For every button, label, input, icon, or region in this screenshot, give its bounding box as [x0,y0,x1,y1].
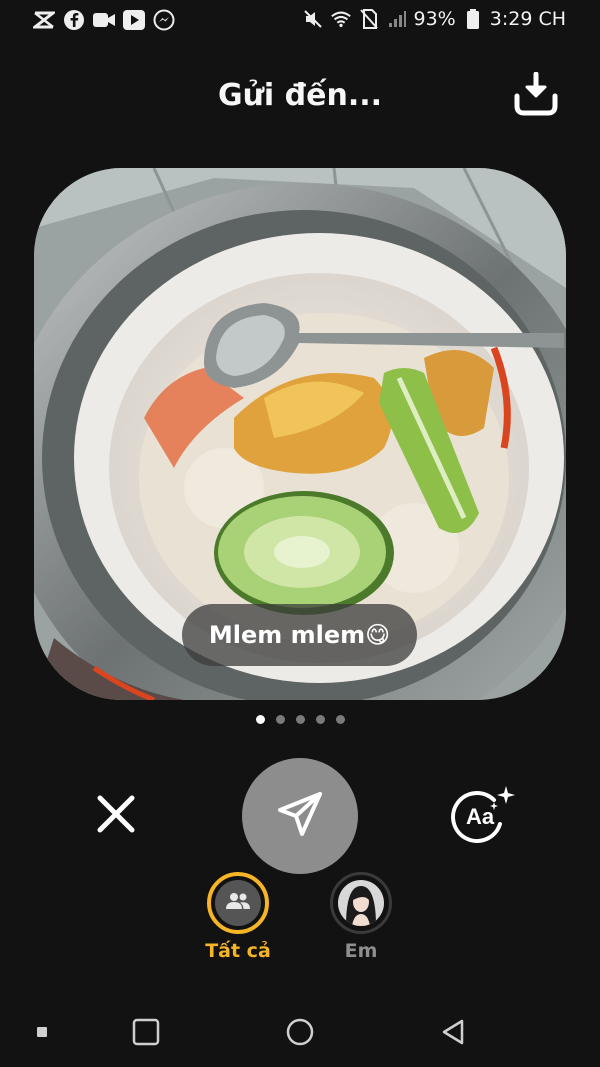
photo-caption[interactable]: Mlem mlem😋 [182,604,417,666]
recipient-all-ring [207,872,269,934]
text-style-button[interactable]: Aa [448,786,518,846]
menu-icon[interactable] [34,1024,50,1040]
text-style-icon: Aa [448,784,518,848]
page-dot-2[interactable] [276,715,285,724]
page-title: Gửi đến... [217,78,383,113]
group-icon [225,891,251,915]
page-dot-5[interactable] [336,715,345,724]
send-icon [276,790,324,842]
notification-icons [32,8,176,32]
signal-icon [386,8,408,30]
capcut-icon [32,8,56,32]
no-sim-icon [358,8,380,30]
status-bar: 93% 3:29 CH [0,0,600,40]
page-dot-1[interactable] [256,715,265,724]
navigation-bar [0,1000,600,1067]
recipient-all-label: Tất cả [205,940,271,962]
recipient-em[interactable]: Em [321,872,401,962]
recipient-all-avatar [215,880,261,926]
recents-icon[interactable] [132,1018,160,1046]
close-icon [96,794,136,838]
clock: 3:29 CH [489,8,566,30]
download-button[interactable] [512,71,560,120]
recipient-all[interactable]: Tất cả [198,872,278,962]
text-style-glyph: Aa [466,804,495,829]
avatar [338,880,384,926]
battery-percent: 93% [413,8,456,30]
battery-icon [462,8,484,30]
recipient-em-ring [330,872,392,934]
back-icon[interactable] [440,1018,466,1046]
close-button[interactable] [94,794,138,838]
facebook-icon [62,8,86,32]
wifi-icon [330,8,352,30]
recipient-em-label: Em [344,940,378,962]
photo-preview[interactable]: Mlem mlem😋 [34,168,566,700]
video-call-icon [92,8,116,32]
home-icon[interactable] [285,1017,315,1047]
page-dot-4[interactable] [316,715,325,724]
header: Gửi đến... [0,71,600,128]
page-indicator [256,715,345,724]
send-button[interactable] [242,758,358,874]
youtube-icon [122,8,146,32]
download-icon [513,71,559,120]
messenger-icon [152,8,176,32]
page-dot-3[interactable] [296,715,305,724]
system-status: 93% 3:29 CH [302,8,566,30]
mute-icon [302,8,324,30]
